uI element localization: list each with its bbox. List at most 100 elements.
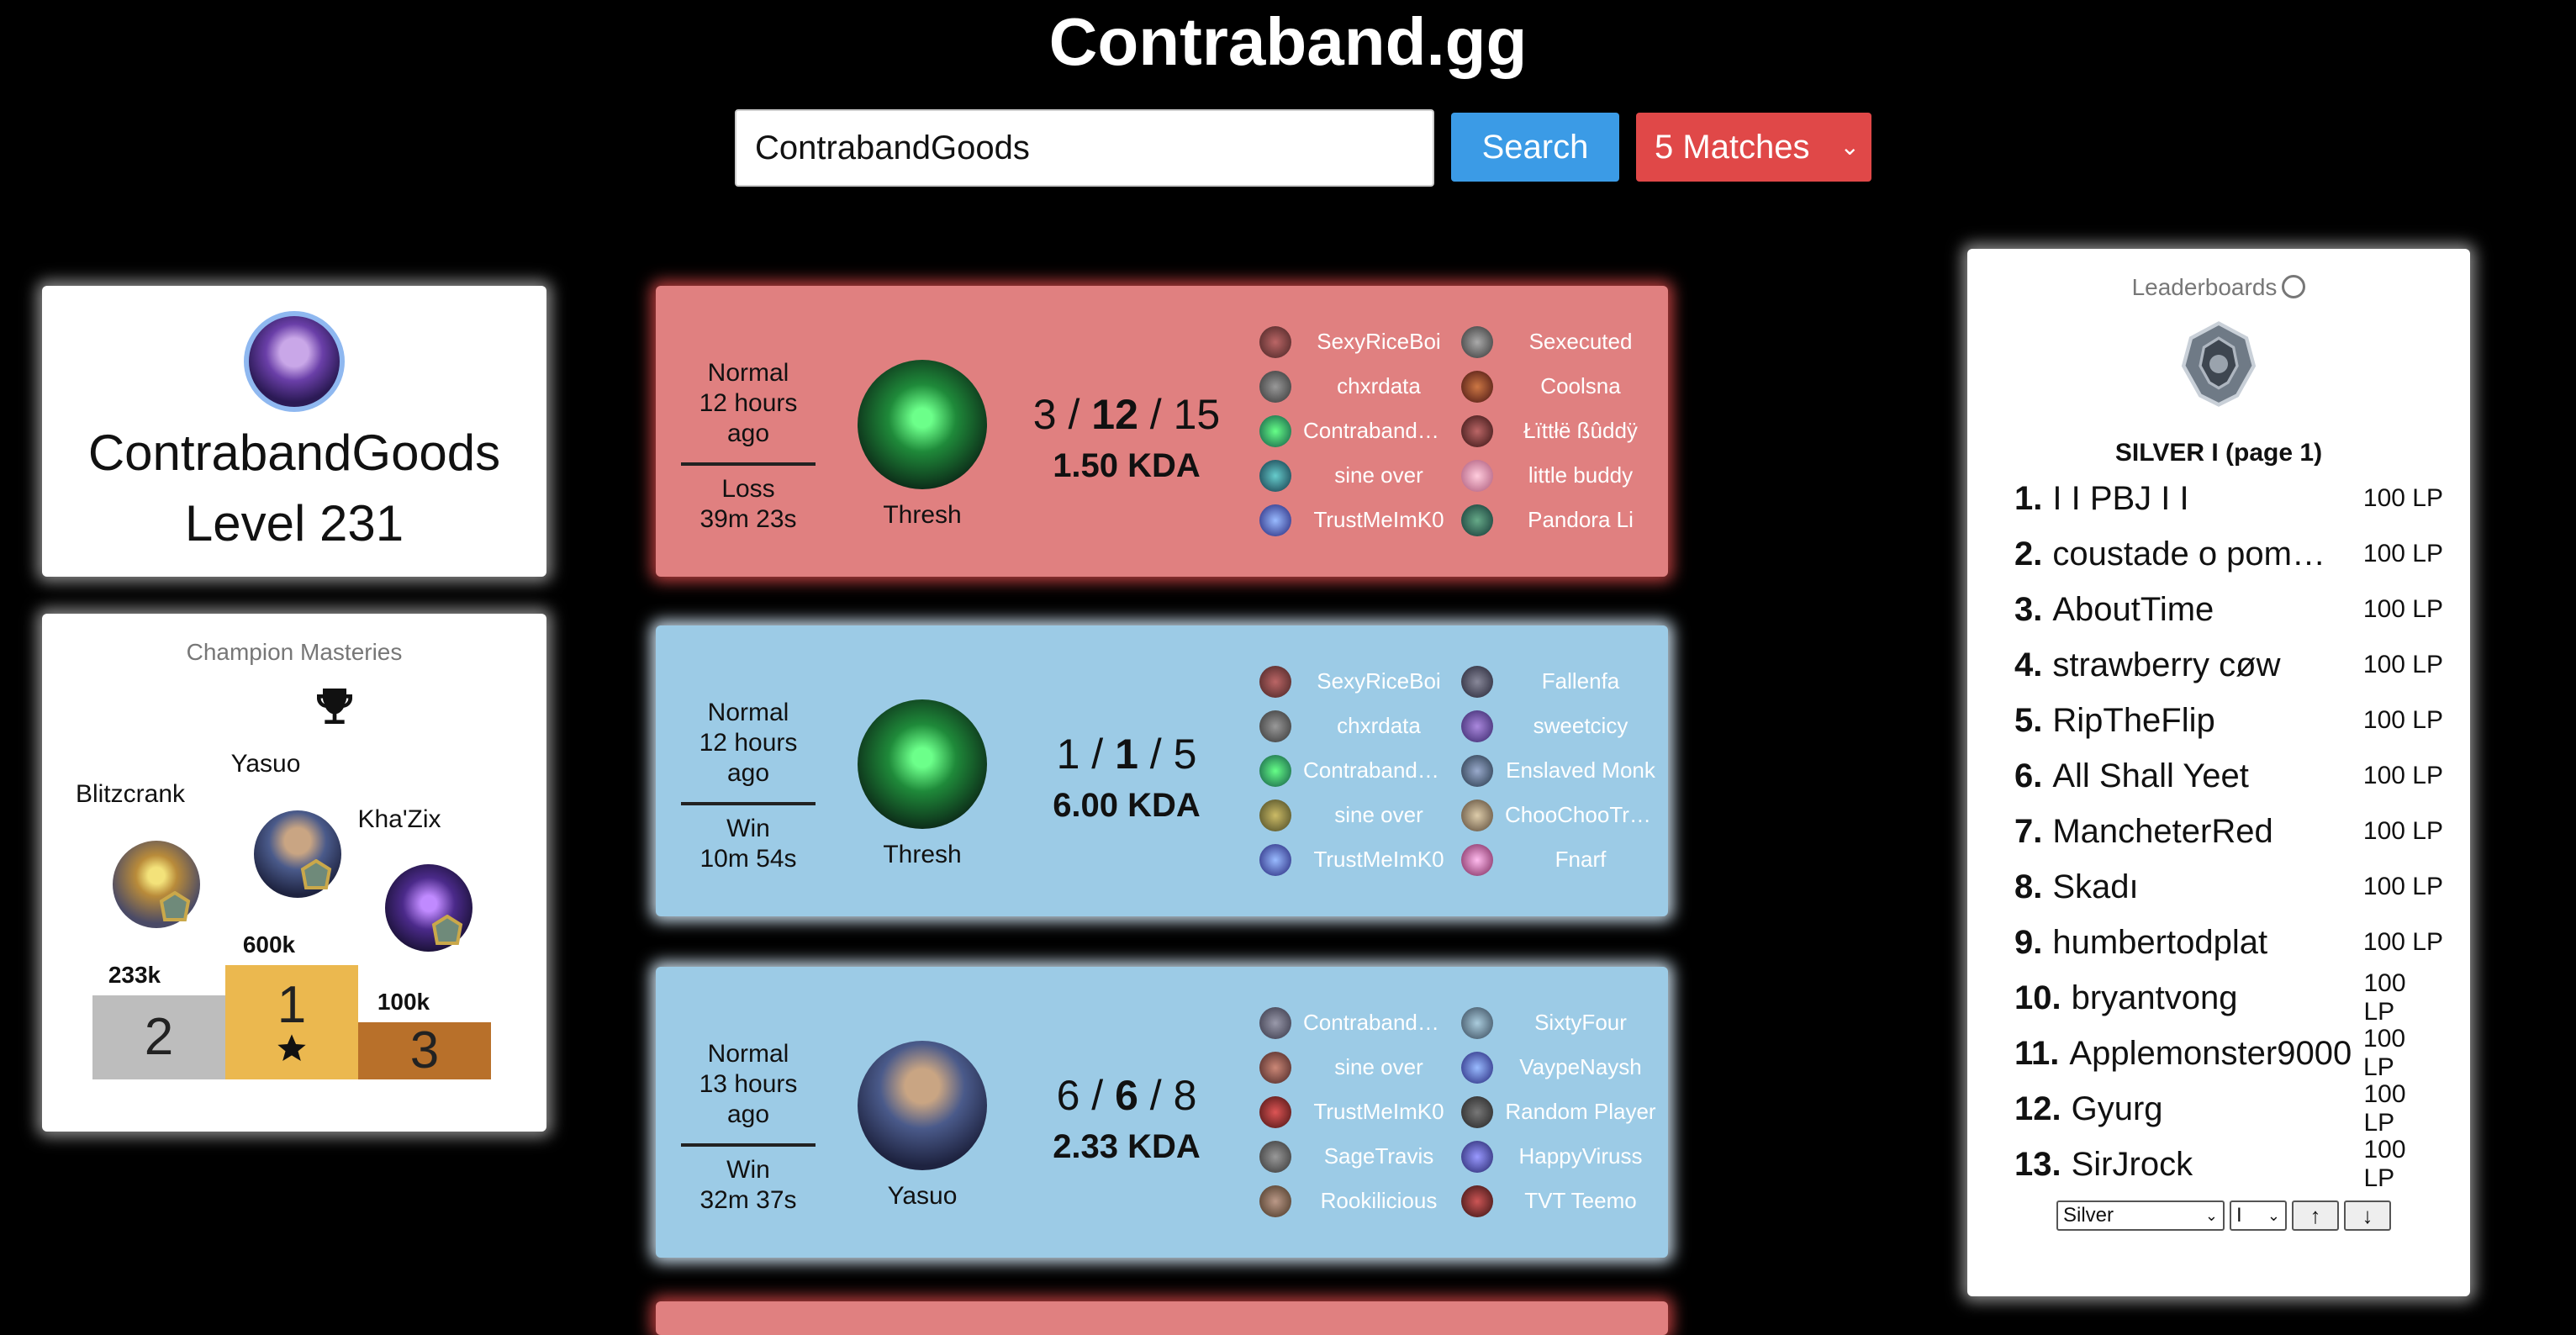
- leaderboard-player-name: strawberry cøw: [2052, 646, 2281, 683]
- leaderboard-lp: 100 LP: [2362, 928, 2443, 956]
- player-row[interactable]: TVT Teemo: [1461, 1179, 1663, 1223]
- match-card[interactable]: Normal 13 hours ago Win 32m 37s Yasuo 6 …: [656, 967, 1668, 1258]
- player-row[interactable]: TrustMeImK0: [1259, 498, 1461, 542]
- player-row[interactable]: Pandora Li: [1461, 498, 1663, 542]
- player-name: HappyViruss: [1518, 1143, 1643, 1169]
- arrow-up-icon[interactable]: ↑: [2292, 1200, 2339, 1231]
- player-name: sine over: [1334, 802, 1423, 827]
- player-row[interactable]: SageTravis: [1259, 1134, 1461, 1179]
- player-name: Fallenfa: [1541, 668, 1620, 694]
- champion-icon: [1461, 799, 1493, 831]
- player-row[interactable]: ContrabandGoods: [1259, 748, 1461, 793]
- match-card-partial[interactable]: [656, 1301, 1668, 1335]
- player-row[interactable]: sine over: [1259, 1045, 1461, 1090]
- player-row[interactable]: SexyRiceBoi: [1259, 319, 1461, 364]
- champion-icon: [1259, 1051, 1291, 1084]
- player-row[interactable]: chxrdata: [1259, 364, 1461, 409]
- player-row[interactable]: HappyViruss: [1461, 1134, 1663, 1179]
- match-champion: Thresh: [883, 501, 962, 529]
- podium-third: 3: [358, 1022, 491, 1079]
- leaderboard-row[interactable]: 7. MancheterRed 100 LP: [2014, 804, 2443, 859]
- deaths: 12: [1091, 391, 1138, 438]
- leaderboard-row[interactable]: 4. strawberry cøw 100 LP: [2014, 637, 2443, 693]
- division-select[interactable]: I ⌄: [2230, 1200, 2287, 1231]
- match-duration: 39m 23s: [699, 505, 797, 533]
- player-row[interactable]: ContrabandGoods: [1259, 409, 1461, 453]
- divider: [681, 802, 816, 805]
- champion-icon: [1259, 1006, 1291, 1039]
- leaderboard-player-name: SirJrock: [2071, 1145, 2193, 1183]
- player-name: SexyRiceBoi: [1317, 668, 1441, 694]
- leaderboard-row[interactable]: 1. I I PBJ I I 100 LP: [2014, 471, 2443, 526]
- player-name: chxrdata: [1337, 713, 1421, 738]
- mastery-2-champion: Blitzcrank: [75, 780, 186, 808]
- leaderboard-rank-number: 7.: [2014, 812, 2043, 850]
- player-row[interactable]: sine over: [1259, 453, 1461, 498]
- match-mode: Normal: [707, 1040, 789, 1068]
- mastery-1-points: 600k: [242, 931, 296, 958]
- player-row[interactable]: ContrabandGoods: [1259, 1000, 1461, 1045]
- podium-second: 2: [92, 995, 225, 1079]
- player-name: TrustMeImK0: [1313, 507, 1444, 532]
- player-row[interactable]: Random Player: [1461, 1090, 1663, 1134]
- leaderboard-rank-number: 4.: [2014, 646, 2043, 683]
- chevron-down-icon: ⌄: [2204, 1206, 2218, 1224]
- player-name: SexyRiceBoi: [1317, 329, 1441, 354]
- divider: [681, 462, 816, 466]
- player-row[interactable]: SexyRiceBoi: [1259, 659, 1461, 704]
- leaderboard-row[interactable]: 9. humbertodplat 100 LP: [2014, 915, 2443, 970]
- kda-ratio: 6.00 KDA: [1053, 787, 1201, 824]
- player-name: Enslaved Monk: [1506, 757, 1655, 783]
- leaderboard-row[interactable]: 2. coustade o pommes 100 LP: [2014, 526, 2443, 582]
- leaderboard-controls: Silver ⌄ I ⌄ ↑ ↓: [2056, 1200, 2391, 1231]
- player-name: sine over: [1334, 462, 1423, 488]
- leaderboard-rank-number: 6.: [2014, 757, 2043, 794]
- player-row[interactable]: Coolsna: [1461, 364, 1663, 409]
- player-row[interactable]: TrustMeImK0: [1259, 1090, 1461, 1134]
- match-card[interactable]: Normal 12 hours ago Win 10m 54s Thresh 1…: [656, 625, 1668, 916]
- arrow-down-icon[interactable]: ↓: [2344, 1200, 2391, 1231]
- player-row[interactable]: VaypeNaysh: [1461, 1045, 1663, 1090]
- player-row[interactable]: chxrdata: [1259, 704, 1461, 748]
- player-row[interactable]: SixtyFour: [1461, 1000, 1663, 1045]
- assists: 5: [1173, 731, 1197, 778]
- player-row[interactable]: sweetcicy: [1461, 704, 1663, 748]
- summoner-search-input[interactable]: [735, 109, 1434, 187]
- leaderboard-row[interactable]: 6. All Shall Yeet 100 LP: [2014, 748, 2443, 804]
- team-red: Sexecuted Coolsna Łïttłë ßûddÿ little bu…: [1461, 319, 1663, 542]
- match-card[interactable]: Normal 12 hours ago Loss 39m 23s Thresh …: [656, 286, 1668, 577]
- player-row[interactable]: TrustMeImK0: [1259, 837, 1461, 882]
- leaderboard-player-name: MancheterRed: [2052, 812, 2273, 850]
- player-row[interactable]: Sexecuted: [1461, 319, 1663, 364]
- leaderboard-row[interactable]: 10. bryantvong 100 LP: [2014, 969, 2443, 1026]
- champion-icon: [1461, 414, 1493, 447]
- player-row[interactable]: sine over: [1259, 793, 1461, 837]
- division-select-value: I: [2236, 1204, 2242, 1227]
- leaderboard-title-text: Leaderboards: [2131, 274, 2278, 300]
- star-icon: [277, 1034, 306, 1061]
- player-row[interactable]: little buddy: [1461, 453, 1663, 498]
- leaderboard-rank-number: 1.: [2014, 479, 2043, 517]
- leaderboard-row[interactable]: 11. Applemonster9000 100 LP: [2014, 1025, 2443, 1081]
- player-row[interactable]: Enslaved Monk: [1461, 748, 1663, 793]
- leaderboard-lp: 100 LP: [2362, 595, 2443, 623]
- match-count-select[interactable]: 5 Matches ⌄: [1636, 113, 1871, 182]
- kda-score: 3 / 12 / 15: [1032, 391, 1221, 438]
- player-row[interactable]: Fallenfa: [1461, 659, 1663, 704]
- player-row[interactable]: ChooChooTrain: [1461, 793, 1663, 837]
- mastery-badge-icon: [159, 891, 191, 921]
- user-circle-icon[interactable]: [2282, 274, 2306, 298]
- player-row[interactable]: Łïttłë ßûddÿ: [1461, 409, 1663, 453]
- leaderboard-row[interactable]: 5. RipTheFlip 100 LP: [2014, 693, 2443, 748]
- tier-select-value: Silver: [2063, 1204, 2114, 1227]
- leaderboard-row[interactable]: 13. SirJrock 100 LP: [2014, 1136, 2443, 1192]
- leaderboard-row[interactable]: 3. AboutTime 100 LP: [2014, 582, 2443, 637]
- player-row[interactable]: Fnarf: [1461, 837, 1663, 882]
- leaderboard-row[interactable]: 12. Gyurg 100 LP: [2014, 1080, 2443, 1137]
- leaderboard-player-name: Skadı: [2052, 868, 2139, 905]
- tier-select[interactable]: Silver ⌄: [2056, 1200, 2225, 1231]
- champion-icon: [1259, 754, 1291, 787]
- leaderboard-row[interactable]: 8. Skadı 100 LP: [2014, 859, 2443, 915]
- search-button[interactable]: Search: [1451, 113, 1619, 182]
- player-row[interactable]: Rookilicious: [1259, 1179, 1461, 1223]
